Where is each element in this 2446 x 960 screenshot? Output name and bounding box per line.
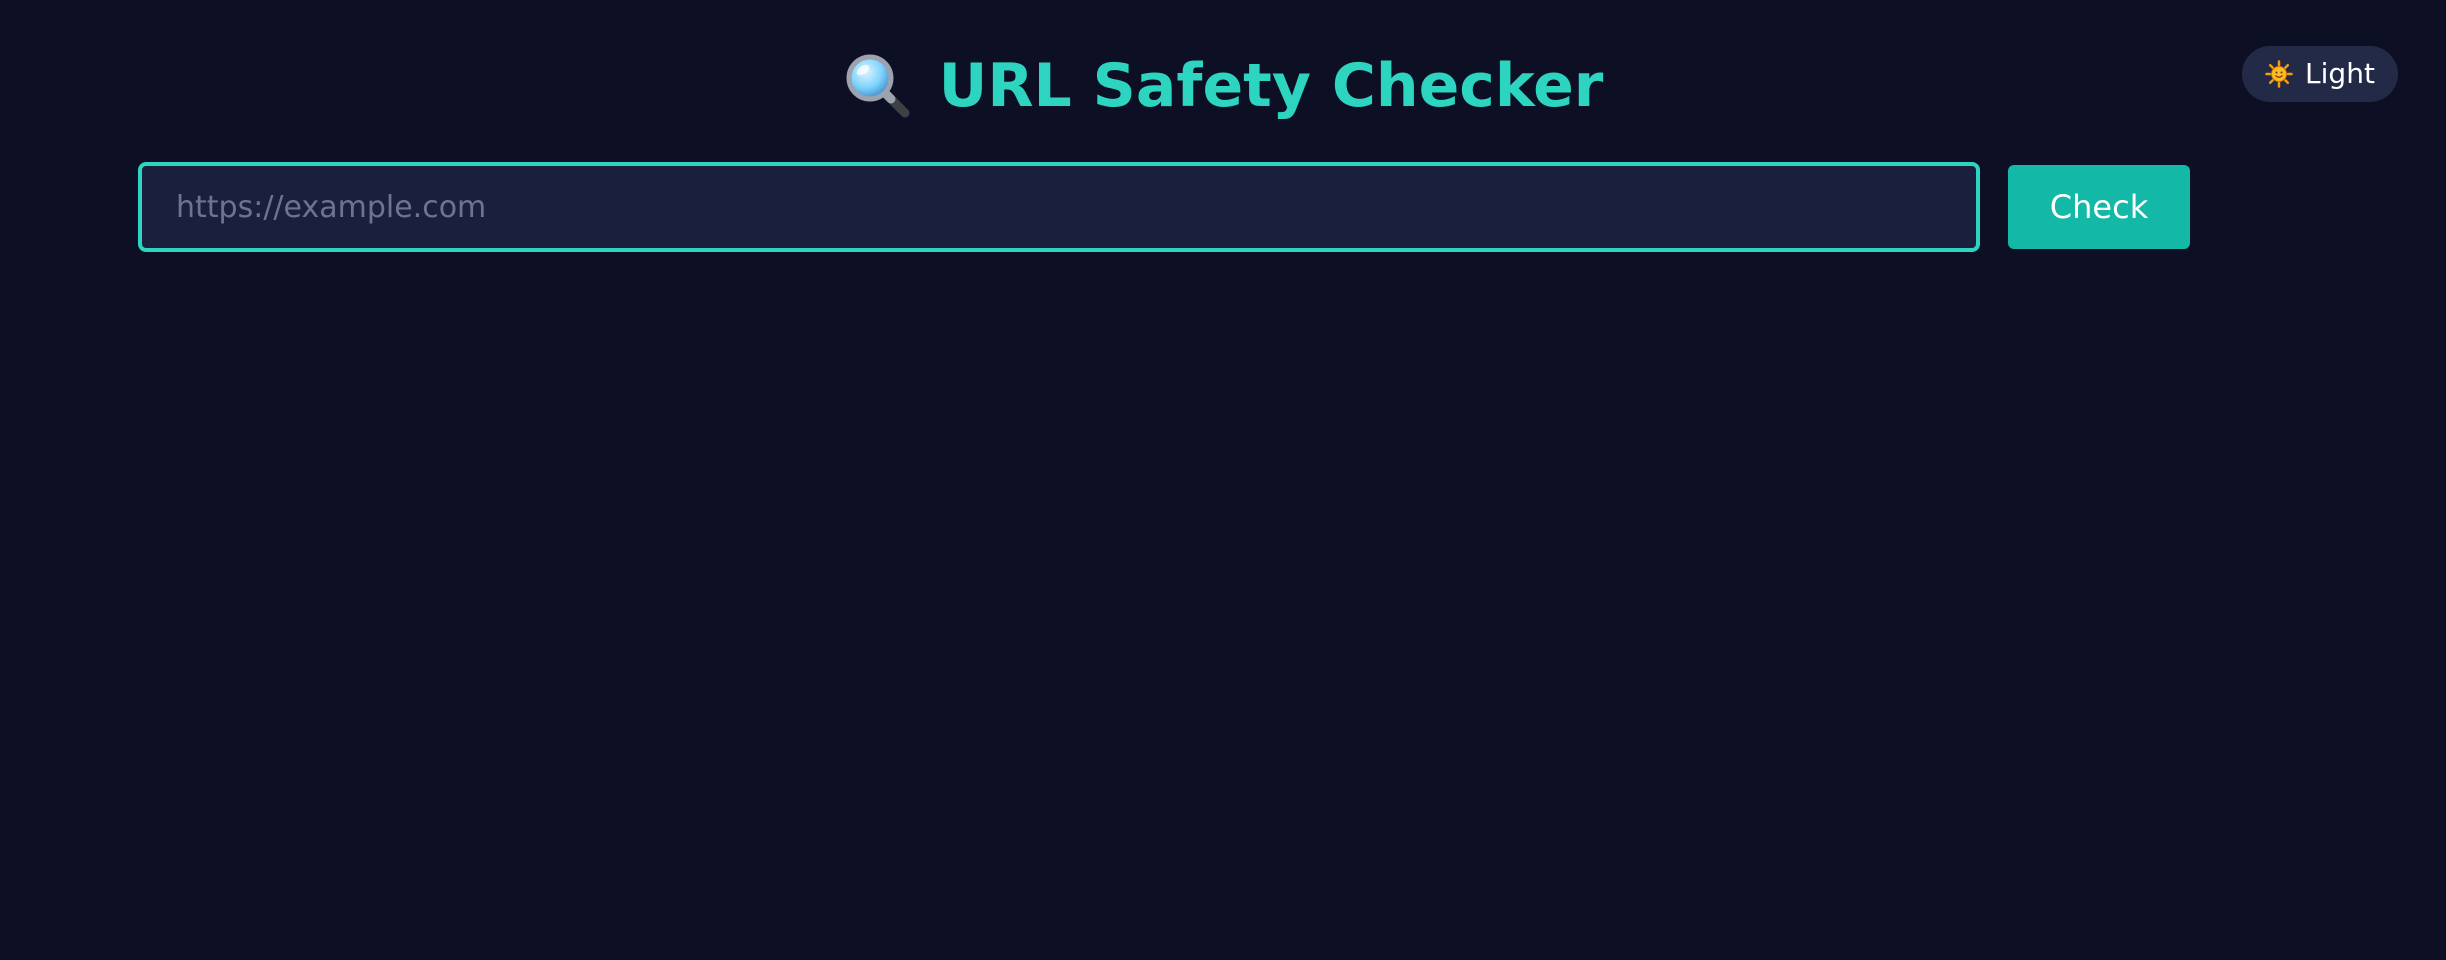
magnifying-glass-icon [843, 51, 913, 121]
url-check-form: Check [138, 162, 2190, 252]
check-button[interactable]: Check [2008, 165, 2190, 249]
page-header: URL Safety Checker [0, 44, 2446, 128]
page-title: URL Safety Checker [938, 51, 1604, 121]
url-input[interactable] [138, 162, 1980, 252]
page: Light URL Safety Checker Check [0, 0, 2446, 960]
